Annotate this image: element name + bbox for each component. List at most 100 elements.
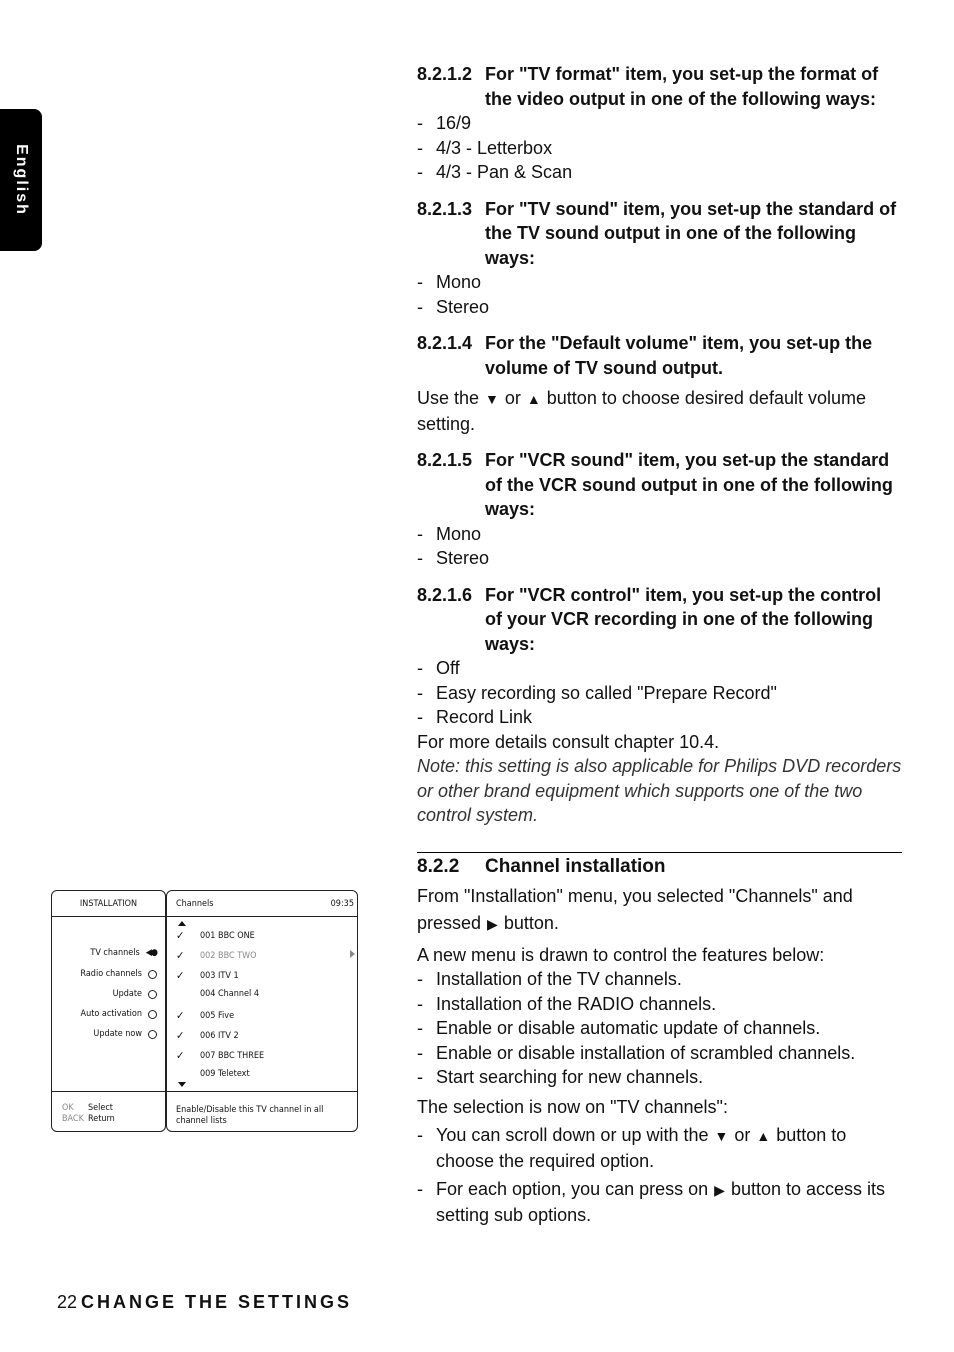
language-label: English — [13, 144, 30, 216]
list-item: - Mono — [417, 272, 482, 292]
radio-icon — [148, 1029, 157, 1039]
section-heading: 8.2.1.4 For the "Default volume" item, y… — [417, 331, 902, 380]
paragraph: For more details consult chapter 10.4. — [417, 731, 720, 752]
scroll-down-icon[interactable] — [178, 1082, 186, 1087]
list-item: - Off — [417, 658, 460, 678]
list-item: -4/3 - Pan & Scan — [417, 162, 573, 182]
list-item: - For each option, you can press on ▶ butt… — [417, 1179, 886, 1225]
list-item: -16/9 — [417, 113, 472, 133]
chapter-title: CHANGE THE SETTINGS — [81, 1292, 353, 1312]
up-arrow-icon: ▲ — [526, 391, 541, 407]
section-title: For "VCR control" item, you set-up the c… — [485, 584, 882, 654]
page-number: 22 — [57, 1292, 78, 1312]
menu-option-auto-activation[interactable]: Auto activation — [81, 1009, 157, 1019]
channels-title: Channels — [176, 899, 214, 909]
check-icon: ✓ — [176, 1049, 185, 1062]
submenu-arrow-icon — [350, 950, 355, 958]
channel-row[interactable]: ✓ 007 BBC THREE — [176, 1049, 264, 1062]
section-number: 8.2.1.5 — [417, 450, 473, 470]
section-number: 8.2.1.2 — [417, 64, 473, 84]
check-icon: ✓ — [176, 949, 185, 962]
installation-title: INSTALLATION — [79, 899, 138, 909]
language-tab: English — [0, 109, 42, 251]
section-title: For "VCR sound" item, you set-up the sta… — [485, 450, 893, 519]
menu-option-tv-channels[interactable]: TV channels ◀● — [90, 948, 158, 958]
list-item: - Record Link — [417, 707, 533, 727]
section-title: For "TV format" item, you set-up the for… — [485, 64, 879, 109]
check-icon: ✓ — [176, 969, 185, 982]
radio-icon — [148, 969, 157, 979]
list-item: - Easy recording so called "Prepare Recor… — [417, 682, 777, 703]
section-8-2-1-6: 8.2.1.6 For "VCR control" item, you set-… — [417, 583, 902, 828]
section-number: 8.2.2 — [417, 855, 460, 877]
radio-icon — [148, 1009, 157, 1019]
menu-option-update-now[interactable]: Update now — [93, 1029, 157, 1039]
installation-pane: INSTALLATION TV channels ◀● Radio channe… — [51, 890, 166, 1132]
section-number: 8.2.1.4 — [417, 333, 473, 353]
selected-indicator-icon: ◀● — [145, 948, 158, 958]
paragraph: From "Installation" menu, you selected "… — [417, 885, 853, 933]
section-8-2-1-4: 8.2.1.4 For the "Default volume" item, y… — [417, 331, 902, 436]
channels-pane: Channels 09:35 ✓ 001 BBC ONE ✓ 002 BBC TWO… — [166, 890, 358, 1132]
section-8-2-1-5: 8.2.1.5 For "VCR sound" item, you set-up… — [417, 448, 902, 571]
menu-option-radio-channels[interactable]: Radio channels — [80, 969, 157, 979]
installation-menu-screenshot: INSTALLATION TV channels ◀● Radio channe… — [51, 890, 359, 1132]
list-item: - You can scroll down or up with the ▼ or ▲… — [417, 1125, 847, 1171]
help-text: Enable/Disable this TV channel in all ch… — [176, 1105, 324, 1126]
section-heading: 8.2.1.6 For "VCR control" item, you set-… — [417, 583, 902, 657]
channel-row[interactable]: 009 Teletext — [176, 1069, 250, 1079]
list-item: - Installation of the RADIO channels. — [417, 993, 717, 1014]
up-arrow-icon: ▲ — [756, 1128, 771, 1144]
pane-footer: Enable/Disable this TV channel in all ch… — [167, 1091, 357, 1131]
section-heading: 8.2.1.5 For "VCR sound" item, you set-up… — [417, 448, 902, 522]
check-icon: ✓ — [176, 929, 185, 942]
right-arrow-icon: ▶ — [487, 915, 498, 932]
back-key: BACK — [62, 1114, 84, 1124]
channel-row[interactable]: 004 Channel 4 — [176, 989, 259, 999]
section-number: 8.2.1.3 — [417, 198, 473, 219]
list-item: - Installation of the TV channels. — [417, 969, 682, 989]
ok-key: OK — [62, 1103, 74, 1113]
channel-row[interactable]: ✓ 001 BBC ONE — [176, 929, 255, 942]
down-arrow-icon: ▼ — [485, 391, 499, 407]
channel-row[interactable]: ✓ 003 ITV 1 — [176, 969, 239, 982]
section-8-2-1-3: 8.2.1.3 For "TV sound" item, you set-up … — [417, 197, 902, 320]
channel-row[interactable]: ✓ 002 BBC TWO — [176, 949, 257, 962]
right-arrow-icon: ▶ — [714, 1182, 725, 1198]
radio-icon — [148, 989, 157, 999]
content-column: 8.2.1.2 For "TV format" item, you set-up… — [417, 62, 902, 1227]
paragraph: A new menu is drawn to control the featu… — [417, 944, 825, 965]
paragraph: Use the ▼ or ▲ button to choose desired defa… — [417, 388, 866, 434]
list-item: - Enable or disable automatic update of c… — [417, 1018, 821, 1038]
section-heading: 8.2.1.2 For "TV format" item, you set-up… — [417, 62, 902, 111]
channel-row[interactable]: ✓ 005 Five — [176, 1009, 234, 1022]
list-item: - Stereo — [417, 296, 490, 317]
scroll-up-icon[interactable] — [178, 921, 186, 926]
section-heading: 8.2.2 Channel installation — [417, 851, 902, 879]
section-heading: 8.2.1.3 For "TV sound" item, you set-up … — [417, 197, 902, 271]
section-8-2-2: 8.2.2 Channel installation From "Install… — [417, 851, 902, 1228]
section-title: For "TV sound" item, you set-up the stan… — [485, 198, 897, 268]
key-legend: OK Select BACK Return — [62, 1103, 115, 1124]
menu-option-update[interactable]: Update — [113, 989, 157, 999]
pane-header: INSTALLATION — [52, 891, 165, 917]
check-icon: ✓ — [176, 1029, 185, 1042]
list-item: - Enable or disable installation of scram… — [417, 1042, 856, 1063]
section-8-2-1-2: 8.2.1.2 For "TV format" item, you set-up… — [417, 62, 902, 185]
page-footer: 22 CHANGE THE SETTINGS — [57, 1292, 352, 1313]
paragraph: The selection is now on "TV channels": — [417, 1096, 728, 1117]
pane-footer: OK Select BACK Return — [52, 1091, 165, 1131]
list-item: -4/3 - Letterbox — [417, 137, 553, 158]
channel-row[interactable]: ✓ 006 ITV 2 — [176, 1029, 239, 1042]
pane-header: Channels 09:35 — [167, 891, 357, 917]
section-number: 8.2.1.6 — [417, 584, 473, 605]
clock: 09:35 — [330, 899, 354, 909]
list-item: - Stereo — [417, 548, 490, 568]
check-icon: ✓ — [176, 1009, 185, 1022]
down-arrow-icon: ▼ — [714, 1128, 729, 1144]
list-item: - Start searching for new channels. — [417, 1067, 704, 1087]
note: Note: this setting is also applicable fo… — [417, 756, 902, 825]
section-title: Channel installation — [485, 855, 666, 877]
section-title: For the "Default volume" item, you set-u… — [485, 333, 873, 378]
list-item: - Mono — [417, 523, 482, 544]
